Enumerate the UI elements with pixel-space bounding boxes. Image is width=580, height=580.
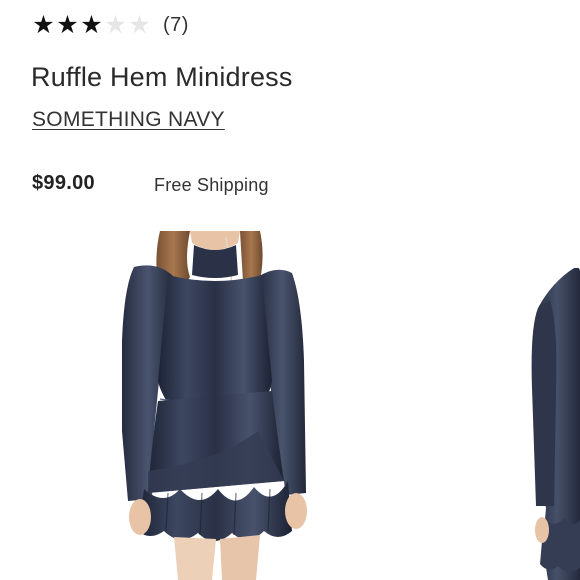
product-rating[interactable]: ★ ★ ★ ★ ★ (7) [32,10,189,40]
rating-stars: ★ ★ ★ ★ ★ [32,10,151,40]
product-page: ★ ★ ★ ★ ★ (7) Ruffle Hem Minidress SOMET… [0,0,580,580]
star-empty-icon: ★ [128,11,151,39]
review-count[interactable]: (7) [163,14,189,37]
shipping-info: Free Shipping [154,175,269,195]
product-price: $99.00 [32,172,95,194]
product-image-main[interactable] [108,231,323,580]
star-filled-icon: ★ [56,11,79,39]
product-image-next[interactable] [528,268,580,580]
star-empty-icon: ★ [104,11,127,39]
product-title: Ruffle Hem Minidress [31,62,293,92]
star-filled-icon: ★ [80,11,103,39]
star-filled-icon: ★ [32,11,55,39]
brand-link[interactable]: SOMETHING NAVY [32,108,225,132]
